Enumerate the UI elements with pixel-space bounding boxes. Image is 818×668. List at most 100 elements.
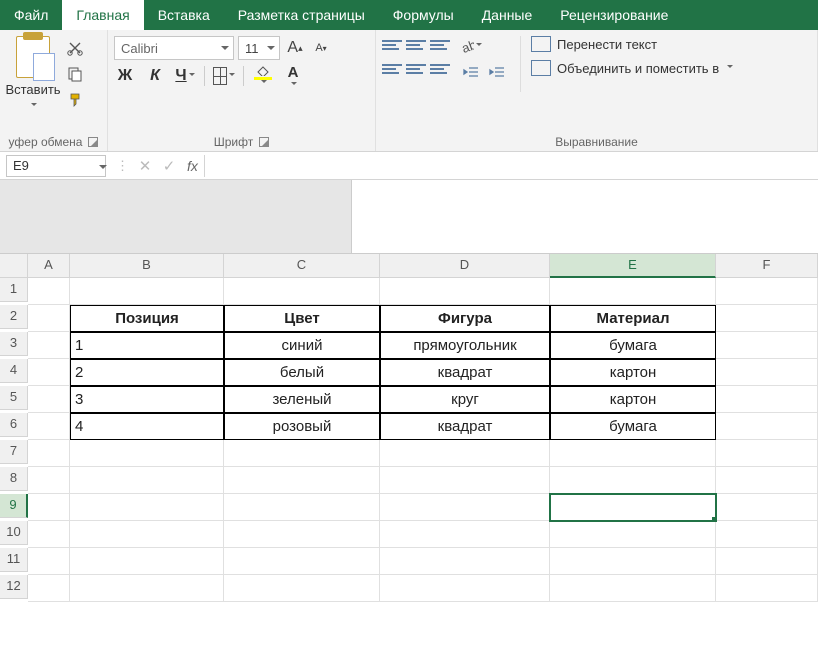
cell[interactable] [70, 575, 224, 602]
grow-font-button[interactable]: A▴ [284, 38, 306, 58]
underline-button[interactable]: Ч [174, 66, 196, 86]
cell[interactable] [224, 575, 380, 602]
cell[interactable] [550, 440, 716, 467]
cell[interactable] [28, 575, 70, 602]
orientation-button[interactable]: ab [460, 36, 482, 56]
active-cell[interactable] [550, 494, 716, 521]
row-header-1[interactable]: 1 [0, 278, 28, 302]
cut-button[interactable] [64, 38, 86, 58]
row-header-9[interactable]: 9 [0, 494, 28, 518]
cell[interactable] [716, 305, 818, 332]
font-dialog-launcher[interactable] [259, 137, 269, 147]
cell[interactable] [70, 548, 224, 575]
cell[interactable] [224, 440, 380, 467]
cell[interactable]: картон [550, 386, 716, 413]
align-top-button[interactable] [382, 36, 402, 54]
tab-review[interactable]: Рецензирование [546, 0, 682, 30]
cell[interactable] [28, 332, 70, 359]
tab-file[interactable]: Файл [0, 0, 62, 30]
clipboard-dialog-launcher[interactable] [88, 137, 98, 147]
cell[interactable] [716, 332, 818, 359]
cell[interactable] [380, 494, 550, 521]
cell[interactable] [70, 521, 224, 548]
cell[interactable]: 1 [70, 332, 224, 359]
font-name-input[interactable] [114, 36, 234, 60]
cell[interactable] [380, 575, 550, 602]
paste-button[interactable]: Вставить [6, 34, 60, 112]
cell[interactable] [550, 467, 716, 494]
cell[interactable]: бумага [550, 332, 716, 359]
align-right-button[interactable] [430, 60, 450, 78]
cell[interactable] [224, 278, 380, 305]
font-size-combo[interactable] [238, 36, 280, 60]
row-header-7[interactable]: 7 [0, 440, 28, 464]
enter-formula-button[interactable]: ✓ [157, 157, 181, 175]
cell[interactable] [28, 413, 70, 440]
cell[interactable] [550, 548, 716, 575]
cell[interactable]: квадрат [380, 359, 550, 386]
name-box[interactable] [6, 155, 106, 177]
col-header-A[interactable]: A [28, 254, 70, 278]
col-header-D[interactable]: D [380, 254, 550, 278]
cell[interactable] [380, 278, 550, 305]
col-header-F[interactable]: F [716, 254, 818, 278]
bold-button[interactable]: Ж [114, 66, 136, 86]
cell[interactable] [224, 548, 380, 575]
cell[interactable] [716, 359, 818, 386]
cell[interactable] [28, 386, 70, 413]
row-header-11[interactable]: 11 [0, 548, 28, 572]
copy-button[interactable] [64, 64, 86, 84]
cell[interactable] [550, 575, 716, 602]
cell[interactable] [380, 548, 550, 575]
row-header-3[interactable]: 3 [0, 332, 28, 356]
cell[interactable] [28, 305, 70, 332]
cell[interactable]: картон [550, 359, 716, 386]
align-center-button[interactable] [406, 60, 426, 78]
cell[interactable] [716, 494, 818, 521]
cell[interactable] [716, 278, 818, 305]
cell[interactable] [550, 521, 716, 548]
cell[interactable] [28, 278, 70, 305]
row-header-6[interactable]: 6 [0, 413, 28, 437]
fx-icon[interactable]: fx [181, 158, 204, 174]
cell[interactable]: белый [224, 359, 380, 386]
name-box-combo[interactable] [0, 155, 112, 177]
cell[interactable]: 4 [70, 413, 224, 440]
cell[interactable] [224, 467, 380, 494]
cell[interactable] [28, 440, 70, 467]
col-header-B[interactable]: B [70, 254, 224, 278]
cancel-formula-button[interactable]: ✕ [133, 157, 157, 175]
cell[interactable] [550, 278, 716, 305]
borders-button[interactable] [213, 66, 235, 86]
tab-formulas[interactable]: Формулы [379, 0, 468, 30]
cell[interactable] [380, 440, 550, 467]
cell[interactable]: 2 [70, 359, 224, 386]
format-painter-button[interactable] [64, 90, 86, 110]
cell[interactable]: Материал [550, 305, 716, 332]
cell[interactable]: Цвет [224, 305, 380, 332]
cell[interactable]: Позиция [70, 305, 224, 332]
col-header-C[interactable]: C [224, 254, 380, 278]
cell[interactable]: бумага [550, 413, 716, 440]
font-color-button[interactable]: A [282, 66, 304, 86]
row-header-10[interactable]: 10 [0, 521, 28, 545]
cell[interactable] [380, 467, 550, 494]
decrease-indent-button[interactable] [460, 62, 482, 82]
shrink-font-button[interactable]: A▾ [310, 38, 332, 58]
col-header-E[interactable]: E [550, 254, 716, 278]
cell[interactable] [70, 467, 224, 494]
cell[interactable] [716, 575, 818, 602]
cell[interactable] [70, 278, 224, 305]
cell[interactable] [28, 521, 70, 548]
tab-data[interactable]: Данные [468, 0, 547, 30]
row-header-8[interactable]: 8 [0, 467, 28, 491]
name-box-handle[interactable]: ⋮ [112, 158, 133, 174]
wrap-text-button[interactable]: Перенести текст [531, 36, 733, 52]
row-header-5[interactable]: 5 [0, 386, 28, 410]
cell[interactable]: 3 [70, 386, 224, 413]
cell[interactable] [28, 494, 70, 521]
font-size-input[interactable] [238, 36, 280, 60]
cell[interactable]: круг [380, 386, 550, 413]
align-left-button[interactable] [382, 60, 402, 78]
cell[interactable] [716, 386, 818, 413]
